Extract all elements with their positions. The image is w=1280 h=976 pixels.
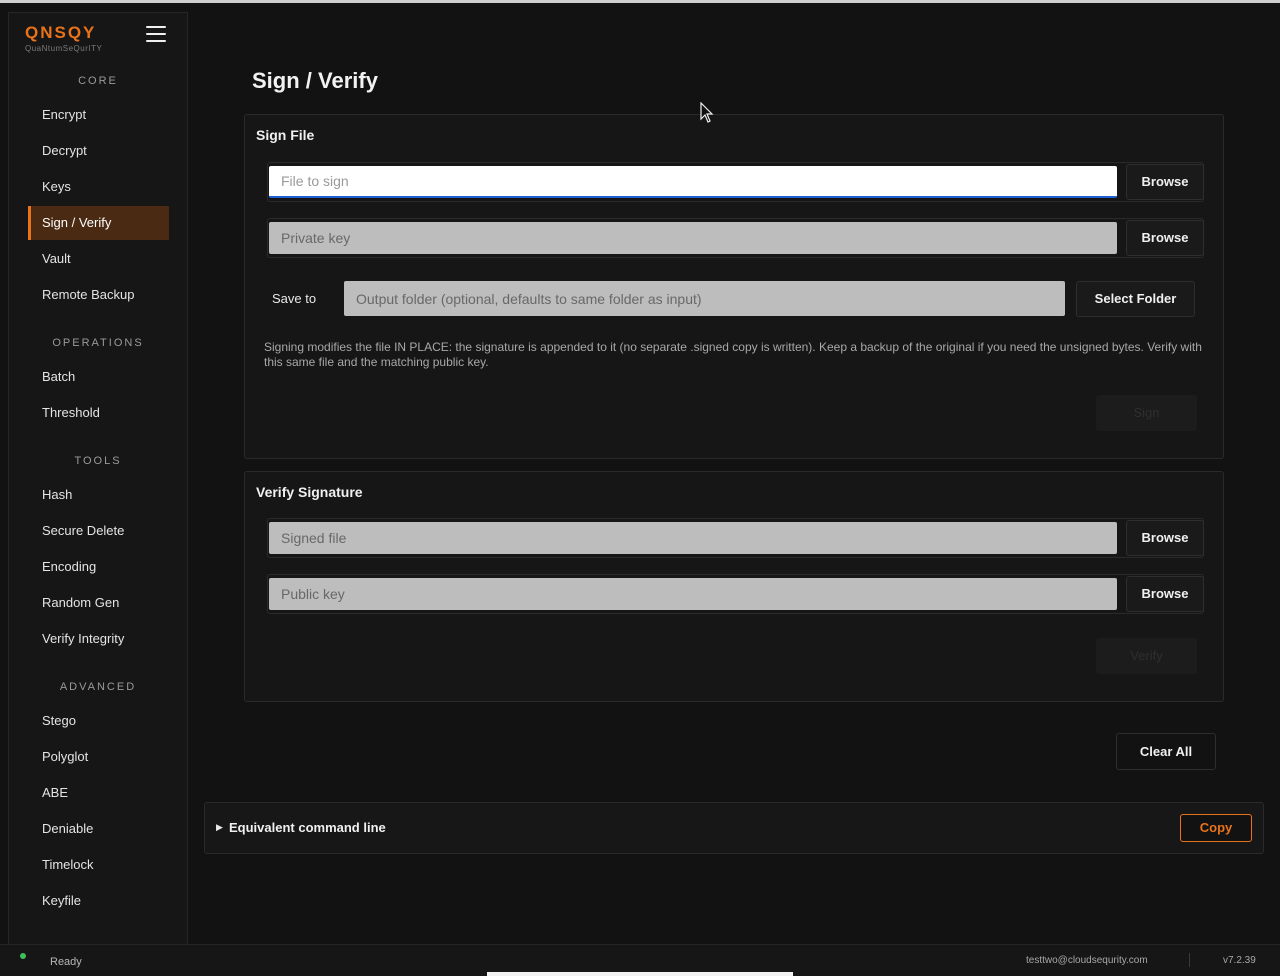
signed-file-row: Browse (267, 518, 1204, 558)
output-folder-input[interactable] (344, 281, 1065, 316)
verify-signature-panel: Verify Signature Browse Browse Verify (244, 471, 1224, 702)
menu-toggle-icon[interactable] (146, 26, 166, 46)
browse-file-button[interactable]: Browse (1126, 164, 1204, 200)
sidebar-item-vault[interactable]: Vault (28, 242, 169, 276)
status-text: Ready (50, 956, 82, 968)
sidebar-item-encoding[interactable]: Encoding (28, 550, 169, 584)
sidebar-item-polyglot[interactable]: Polyglot (28, 740, 169, 774)
copy-command-button[interactable]: Copy (1180, 814, 1252, 842)
private-key-input[interactable] (269, 222, 1117, 254)
sign-info-text: Signing modifies the file IN PLACE: the … (264, 340, 1202, 369)
bottom-scroll-indicator (487, 972, 793, 976)
save-to-label: Save to (272, 291, 317, 306)
verify-button[interactable]: Verify (1096, 638, 1197, 674)
page-title: Sign / Verify (252, 68, 378, 93)
sidebar-item-timelock[interactable]: Timelock (28, 848, 169, 882)
sidebar-item-threshold[interactable]: Threshold (28, 396, 169, 430)
clear-all-button[interactable]: Clear All (1116, 733, 1216, 770)
sign-file-panel: Sign File Browse Browse Save to Select F… (244, 114, 1224, 459)
logo-tagline: QuaNtumSeQurITY (25, 44, 103, 53)
sidebar-item-keyfile[interactable]: Keyfile (28, 884, 169, 918)
verify-signature-title: Verify Signature (256, 484, 363, 500)
sidebar-item-decrypt[interactable]: Decrypt (28, 134, 169, 168)
browse-signed-file-button[interactable]: Browse (1126, 520, 1204, 556)
sidebar-item-encrypt[interactable]: Encrypt (28, 98, 169, 132)
public-key-row: Browse (267, 574, 1204, 614)
sidebar-item-hash[interactable]: Hash (28, 478, 169, 512)
sidebar-item-remote-backup[interactable]: Remote Backup (28, 278, 169, 312)
status-user-email: testtwo@cloudsequrity.com (1026, 955, 1148, 966)
nav-section-operations: OPERATIONS (52, 337, 144, 349)
nav-section-tools: TOOLS (74, 455, 122, 467)
sidebar-item-random-gen[interactable]: Random Gen (28, 586, 169, 620)
command-line-toggle[interactable]: Equivalent command line (229, 820, 386, 835)
app-version: v7.2.39 (1223, 955, 1256, 966)
sidebar-item-keys[interactable]: Keys (28, 170, 169, 204)
sidebar-item-sign-verify[interactable]: Sign / Verify (28, 206, 169, 240)
sidebar-item-abe[interactable]: ABE (28, 776, 169, 810)
sidebar-item-verify-integrity[interactable]: Verify Integrity (28, 622, 169, 656)
nav-section-advanced: ADVANCED (59, 681, 137, 693)
file-to-sign-input[interactable] (269, 166, 1117, 198)
browse-public-key-button[interactable]: Browse (1126, 576, 1204, 612)
expand-triangle-icon[interactable]: ▶ (216, 822, 223, 833)
file-to-sign-row: Browse (267, 162, 1204, 202)
window-top-border (0, 0, 1280, 3)
app-logo: QNSQY QuaNtumSeQurITY (25, 23, 102, 53)
sign-file-title: Sign File (256, 127, 315, 143)
sign-button[interactable]: Sign (1096, 395, 1197, 431)
nav-section-core: CORE (78, 75, 118, 87)
browse-private-key-button[interactable]: Browse (1126, 220, 1204, 256)
select-folder-button[interactable]: Select Folder (1076, 281, 1195, 317)
mouse-cursor-icon (700, 102, 714, 123)
command-line-panel: ▶ Equivalent command line Copy (204, 802, 1264, 854)
sidebar-item-secure-delete[interactable]: Secure Delete (28, 514, 169, 548)
public-key-input[interactable] (269, 578, 1117, 610)
status-indicator-icon (20, 953, 26, 959)
private-key-row: Browse (267, 218, 1204, 258)
sidebar: QNSQY QuaNtumSeQurITY CORE Encrypt Decry… (8, 12, 188, 944)
sidebar-item-batch[interactable]: Batch (28, 360, 169, 394)
logo-wordmark: QNSQY (25, 23, 97, 42)
status-divider (1189, 953, 1190, 967)
sidebar-item-stego[interactable]: Stego (28, 704, 169, 738)
sidebar-item-deniable[interactable]: Deniable (28, 812, 169, 846)
signed-file-input[interactable] (269, 522, 1117, 554)
